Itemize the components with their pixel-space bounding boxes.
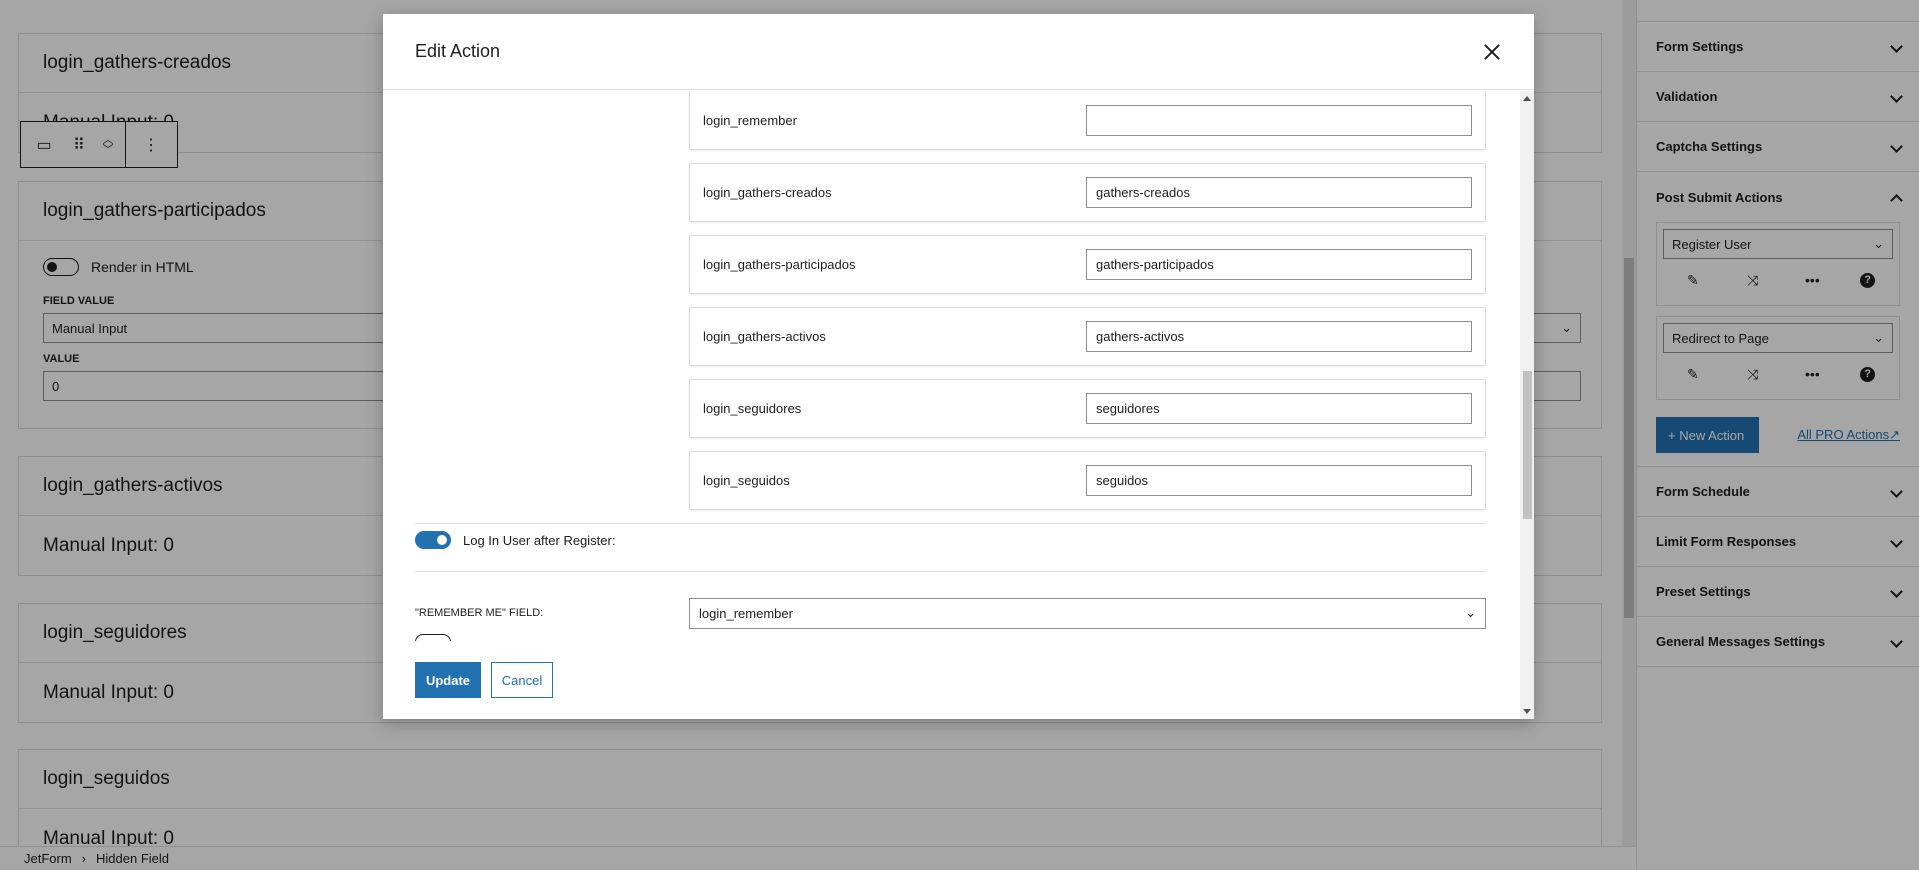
scroll-up-arrow-icon[interactable] [1523,96,1531,101]
login-after-register-row: Log In User after Register: [415,531,1486,549]
modal-footer: Update Cancel [383,641,1520,719]
user-meta-row: login_gathers-creados gathers-creados [689,163,1486,222]
meta-row-input[interactable]: gathers-activos [1086,321,1472,352]
modal-header: Edit Action [383,14,1534,90]
meta-row-label: login_gathers-participados [703,257,856,272]
edit-action-modal: Edit Action login_remember login_gathers… [383,14,1534,719]
divider [415,523,1486,524]
meta-row-input[interactable]: gathers-participados [1086,249,1472,280]
login-after-register-label: Log In User after Register: [463,532,616,548]
close-icon[interactable] [1480,40,1504,64]
chevron-down-icon: ⌄ [1465,605,1476,620]
modal-scrollbar-thumb[interactable] [1523,371,1532,519]
user-meta-row: login_gathers-participados gathers-parti… [689,235,1486,294]
divider [415,571,1486,572]
meta-row-input[interactable] [1086,104,1472,136]
meta-row-label: login_remember [703,112,797,128]
user-meta-row: login_remember [689,91,1486,150]
user-meta-row: login_seguidores seguidores [689,379,1486,438]
remember-me-row: "REMEMBER ME" FIELD: login_remember ⌄ [415,596,1486,630]
remember-me-select[interactable]: login_remember ⌄ [689,597,1486,629]
scroll-down-arrow-icon[interactable] [1523,709,1531,714]
cancel-button[interactable]: Cancel [491,662,553,698]
meta-row-input[interactable]: seguidores [1086,393,1472,424]
meta-row-label: login_seguidores [703,401,802,416]
meta-row-label: login_gathers-creados [703,185,832,200]
modal-title: Edit Action [415,41,501,61]
meta-row-input[interactable]: seguidos [1086,465,1472,496]
meta-row-label: login_seguidos [703,473,790,488]
remember-me-label: "REMEMBER ME" FIELD: [415,607,544,619]
update-button[interactable]: Update [415,662,481,698]
modal-scrollbar[interactable] [1520,91,1534,719]
login-after-register-toggle[interactable] [415,531,451,549]
modal-body: login_remember login_gathers-creados gat… [383,91,1520,641]
meta-row-label: login_gathers-activos [703,329,826,344]
user-meta-row: login_seguidos seguidos [689,451,1486,510]
remember-me-selected: login_remember [699,605,793,621]
user-meta-row: login_gathers-activos gathers-activos [689,307,1486,366]
meta-row-input[interactable]: gathers-creados [1086,177,1472,208]
